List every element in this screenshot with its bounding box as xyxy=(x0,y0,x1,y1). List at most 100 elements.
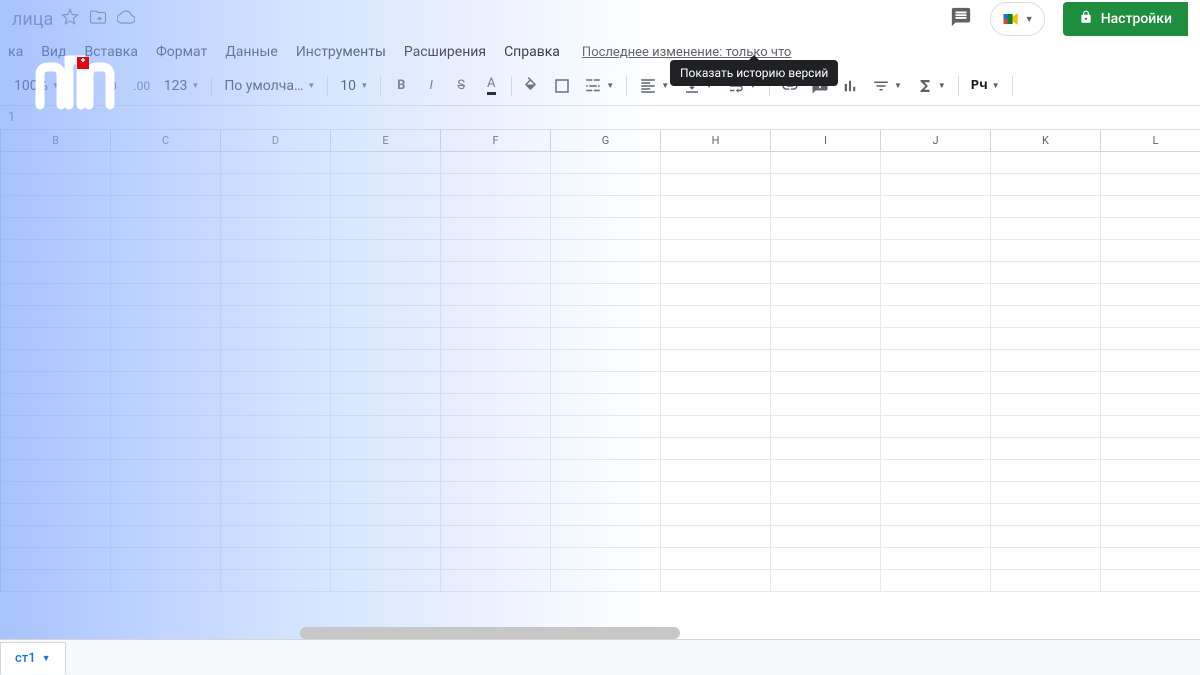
cell[interactable] xyxy=(1,482,111,503)
cell[interactable] xyxy=(111,152,221,173)
cell[interactable] xyxy=(221,174,331,195)
cell[interactable] xyxy=(1,548,111,569)
cell[interactable] xyxy=(661,438,771,459)
cell[interactable] xyxy=(991,460,1101,481)
cell[interactable] xyxy=(771,394,881,415)
cell[interactable] xyxy=(1,174,111,195)
cell[interactable] xyxy=(1,394,111,415)
cell[interactable] xyxy=(331,152,441,173)
cell[interactable] xyxy=(1,570,111,591)
cell[interactable] xyxy=(331,570,441,591)
cell[interactable] xyxy=(551,152,661,173)
cell[interactable] xyxy=(111,548,221,569)
cell[interactable] xyxy=(991,394,1101,415)
cell[interactable] xyxy=(551,306,661,327)
cell[interactable] xyxy=(221,570,331,591)
cell[interactable] xyxy=(111,438,221,459)
cell[interactable] xyxy=(441,482,551,503)
cell[interactable] xyxy=(1101,350,1200,371)
cell[interactable] xyxy=(331,196,441,217)
merge-cells-button[interactable]: ▼ xyxy=(578,72,620,100)
cell[interactable] xyxy=(441,218,551,239)
cell[interactable] xyxy=(551,328,661,349)
cell[interactable] xyxy=(441,328,551,349)
cell[interactable] xyxy=(111,284,221,305)
number-format-select[interactable]: 123▼ xyxy=(158,72,206,100)
cell[interactable] xyxy=(111,416,221,437)
cell[interactable] xyxy=(551,394,661,415)
menu-view[interactable]: Вид xyxy=(33,40,74,64)
cell[interactable] xyxy=(991,218,1101,239)
cell[interactable] xyxy=(331,218,441,239)
last-edit-link[interactable]: Последнее изменение: только что xyxy=(582,45,791,60)
cell[interactable] xyxy=(991,328,1101,349)
document-title[interactable]: лица xyxy=(12,9,53,30)
cell[interactable] xyxy=(1101,284,1200,305)
strikethrough-button[interactable]: S xyxy=(447,72,475,100)
cell[interactable] xyxy=(331,460,441,481)
menu-help[interactable]: Справка xyxy=(496,40,568,64)
cell[interactable] xyxy=(111,482,221,503)
column-header[interactable]: C xyxy=(111,130,221,151)
horizontal-align-button[interactable]: ▼ xyxy=(633,72,675,100)
cell[interactable] xyxy=(661,372,771,393)
cell[interactable] xyxy=(111,350,221,371)
cloud-status-icon[interactable] xyxy=(117,8,135,30)
menu-file[interactable]: ка xyxy=(0,40,31,64)
cell[interactable] xyxy=(661,218,771,239)
cell[interactable] xyxy=(221,504,331,525)
cell[interactable] xyxy=(221,460,331,481)
cell[interactable] xyxy=(991,284,1101,305)
cell[interactable] xyxy=(1,262,111,283)
cell[interactable] xyxy=(111,372,221,393)
cell[interactable] xyxy=(771,152,881,173)
cell[interactable] xyxy=(661,196,771,217)
cell[interactable] xyxy=(331,482,441,503)
cell[interactable] xyxy=(1101,218,1200,239)
cell[interactable] xyxy=(441,196,551,217)
cell[interactable] xyxy=(221,152,331,173)
percent-format-button[interactable]: % xyxy=(68,72,96,100)
cell[interactable] xyxy=(1101,570,1200,591)
cell[interactable] xyxy=(661,482,771,503)
cell[interactable] xyxy=(991,152,1101,173)
cell[interactable] xyxy=(1101,526,1200,547)
cell[interactable] xyxy=(221,218,331,239)
cell[interactable] xyxy=(881,306,991,327)
cell[interactable] xyxy=(771,196,881,217)
cell[interactable] xyxy=(771,328,881,349)
menu-data[interactable]: Данные xyxy=(217,40,286,64)
cell[interactable] xyxy=(221,284,331,305)
cell[interactable] xyxy=(1,438,111,459)
cell[interactable] xyxy=(221,196,331,217)
cell[interactable] xyxy=(1,196,111,217)
cell[interactable] xyxy=(661,548,771,569)
cell[interactable] xyxy=(991,416,1101,437)
cell[interactable] xyxy=(1,460,111,481)
apps-script-button[interactable]: Pч▼ xyxy=(965,72,1006,100)
cell[interactable] xyxy=(551,284,661,305)
zoom-select[interactable]: 100%▼ xyxy=(8,72,66,100)
cell[interactable] xyxy=(111,306,221,327)
cell[interactable] xyxy=(441,240,551,261)
font-select[interactable]: По умолча…▼ xyxy=(218,72,321,100)
text-color-button[interactable]: A xyxy=(477,72,505,100)
cell[interactable] xyxy=(551,460,661,481)
cell[interactable] xyxy=(551,548,661,569)
cell[interactable] xyxy=(111,394,221,415)
share-button[interactable]: Настройки xyxy=(1063,2,1188,36)
cell[interactable] xyxy=(661,350,771,371)
cell[interactable] xyxy=(1101,548,1200,569)
cell[interactable] xyxy=(881,350,991,371)
cell[interactable] xyxy=(1101,174,1200,195)
cell[interactable] xyxy=(1101,394,1200,415)
cell[interactable] xyxy=(551,218,661,239)
cell[interactable] xyxy=(331,240,441,261)
cell[interactable] xyxy=(661,526,771,547)
cell[interactable] xyxy=(1101,152,1200,173)
cell[interactable] xyxy=(881,504,991,525)
cell[interactable] xyxy=(441,372,551,393)
cell[interactable] xyxy=(771,526,881,547)
cell[interactable] xyxy=(881,262,991,283)
cell[interactable] xyxy=(991,482,1101,503)
